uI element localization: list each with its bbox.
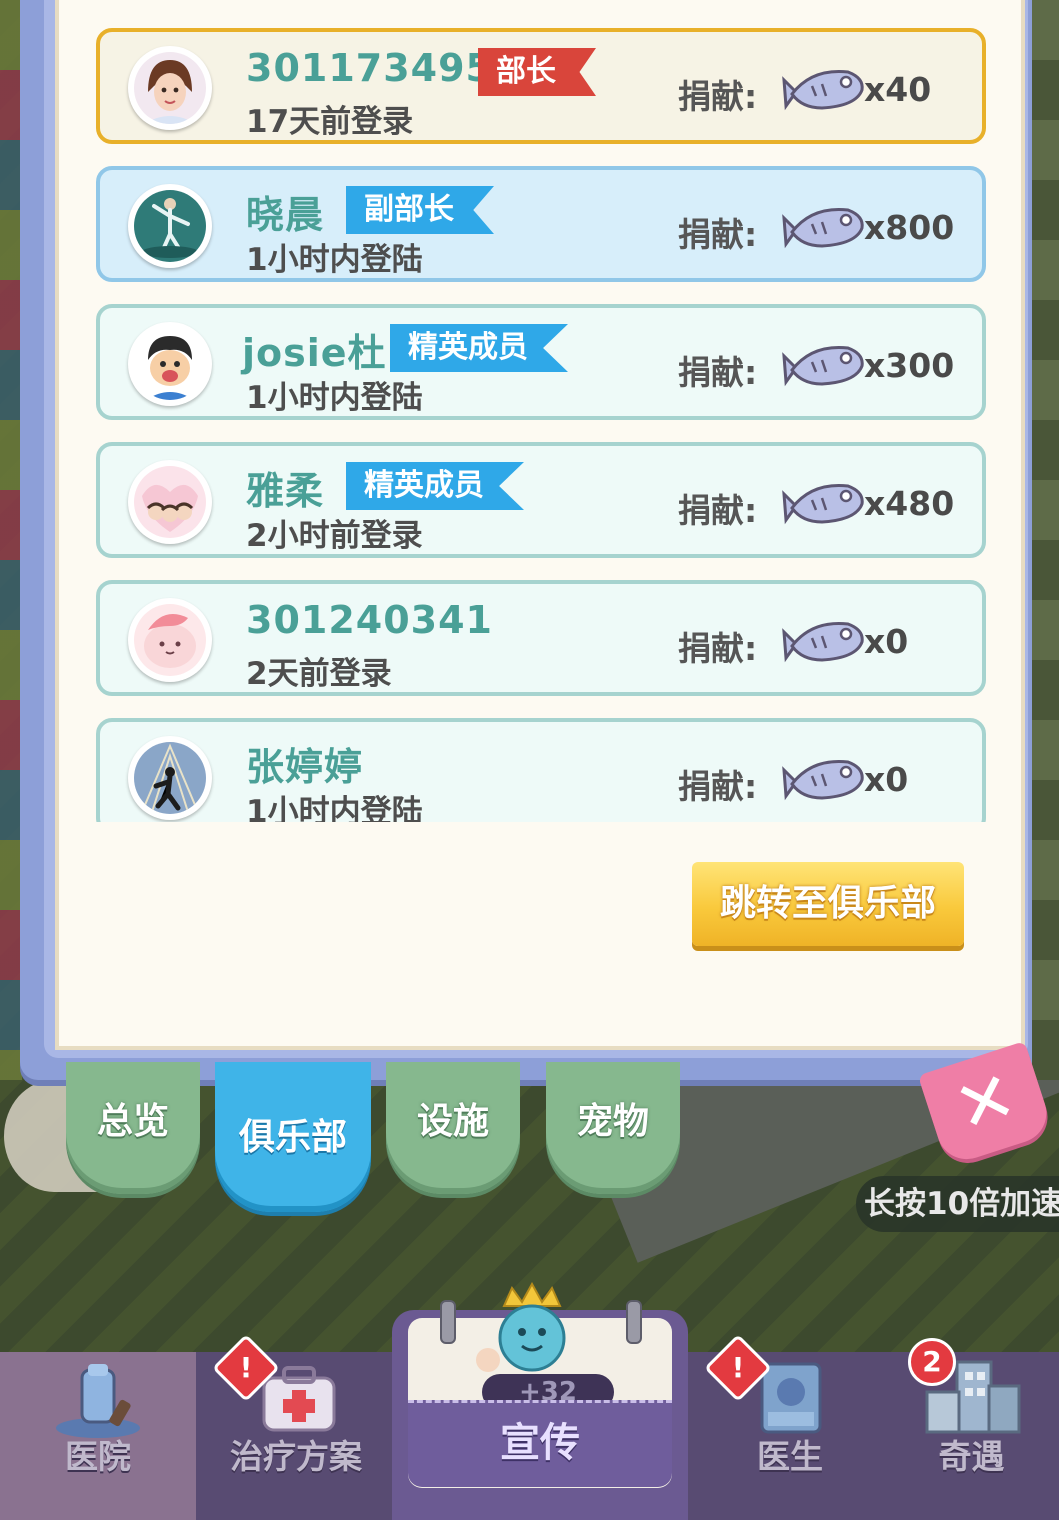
donate-label: 捐献: [678, 215, 758, 254]
member-row[interactable]: 301240341 2天前登录 捐献: x0 [96, 580, 986, 696]
member-name: josie杜 [242, 331, 387, 375]
member-list[interactable]: 301173495 部长 17天前登录 捐献: x40 晓晨 副部长 1小时内登… [94, 26, 994, 822]
donate-count: x0 [864, 760, 909, 799]
last-login: 1小时内登陆 [246, 380, 423, 416]
fish-icon [782, 207, 864, 249]
role-badge: 精英成员 [390, 324, 568, 372]
speedup-hint: 长按10倍加速 [856, 1176, 1059, 1232]
donate-count: x300 [864, 346, 955, 385]
tab-label: 宠物 [576, 1101, 649, 1142]
member-name: 雅柔 [246, 469, 325, 513]
fish-icon [782, 69, 864, 111]
tab-overview[interactable]: 总览 [66, 1062, 200, 1194]
avatar [128, 184, 212, 268]
background-building-left [0, 0, 22, 1080]
promotion-label: 宣传 [500, 1420, 580, 1466]
member-name: 301240341 [246, 598, 493, 642]
last-login: 1小时内登陆 [246, 794, 423, 822]
tab-club[interactable]: 俱乐部 [215, 1062, 371, 1212]
avatar [128, 598, 212, 682]
member-name: 301173495 [246, 46, 493, 90]
donate-count: x0 [864, 622, 909, 661]
member-row[interactable]: 张婷婷 1小时内登陆 捐献: x0 [96, 718, 986, 822]
avatar [128, 46, 212, 130]
donate-count: x40 [864, 70, 932, 109]
donate-label: 捐献: [678, 353, 758, 392]
donate-label: 捐献: [678, 767, 758, 806]
tab-pets[interactable]: 宠物 [546, 1062, 680, 1194]
donate-label: 捐献: [678, 77, 758, 116]
role-badge: 精英成员 [346, 462, 524, 510]
avatar [128, 460, 212, 544]
nav-adventure[interactable]: 2 奇遇 [884, 1338, 1059, 1520]
last-login: 1小时内登陆 [246, 242, 423, 278]
tab-label: 总览 [96, 1101, 169, 1142]
jump-to-club-button[interactable]: 跳转至俱乐部 [692, 862, 964, 946]
fish-icon [782, 759, 864, 801]
member-name: 张婷婷 [246, 745, 364, 789]
tab-facilities[interactable]: 设施 [386, 1062, 520, 1194]
donate-label: 捐献: [678, 629, 758, 668]
last-login: 2天前登录 [246, 656, 392, 692]
member-name: 晓晨 [246, 193, 325, 237]
role-badge: 副部长 [346, 186, 494, 234]
nav-label: 医生 [757, 1437, 823, 1476]
role-badge: 部长 [478, 48, 596, 96]
nav-doctor[interactable]: ! 医生 [690, 1334, 890, 1520]
last-login: 17天前登录 [246, 104, 414, 140]
member-row[interactable]: josie杜 精英成员 1小时内登陆 捐献: x300 [96, 304, 986, 420]
member-row[interactable]: 晓晨 副部长 1小时内登陆 捐献: x800 [96, 166, 986, 282]
last-login: 2小时前登录 [246, 518, 423, 554]
notification-count-badge: 2 [908, 1338, 956, 1386]
calendar-ring [440, 1300, 456, 1344]
nav-label: 治疗方案 [230, 1437, 362, 1476]
background-building-right [1031, 0, 1059, 1080]
mascot-icon [476, 1282, 566, 1372]
fish-icon [782, 345, 864, 387]
calendar-ring [626, 1300, 642, 1344]
nav-label: 医院 [65, 1437, 131, 1476]
nav-label: 奇遇 [938, 1437, 1005, 1476]
fish-icon [782, 483, 864, 525]
donate-label: 捐献: [678, 491, 758, 530]
donate-count: x800 [864, 208, 955, 247]
nav-hospital[interactable]: 医院 [0, 1352, 196, 1520]
fish-icon [782, 621, 864, 663]
avatar [128, 736, 212, 820]
member-row[interactable]: 301173495 部长 17天前登录 捐献: x40 [96, 28, 986, 144]
tab-label: 设施 [416, 1101, 489, 1142]
avatar [128, 322, 212, 406]
nav-treatment-plan[interactable]: ! 治疗方案 [196, 1334, 396, 1520]
tab-label: 俱乐部 [238, 1117, 347, 1158]
donate-count: x480 [864, 484, 955, 523]
member-row[interactable]: 雅柔 精英成员 2小时前登录 捐献: x480 [96, 442, 986, 558]
